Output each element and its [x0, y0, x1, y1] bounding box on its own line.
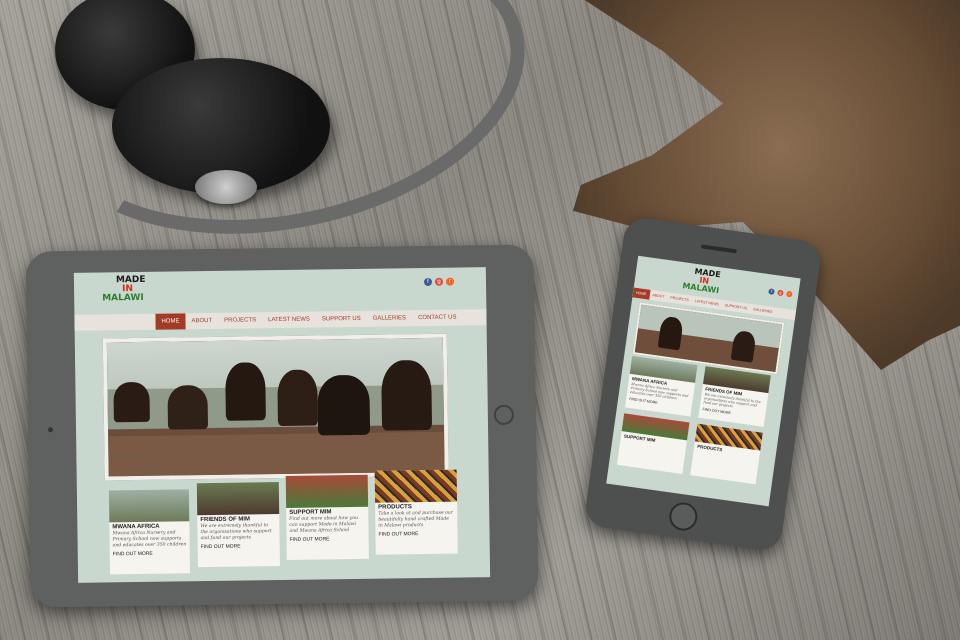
site-logo[interactable]: MADE IN MALAWI [102, 275, 146, 304]
phone-screen: MADE IN MALAWI f g r HOME ABOUT PROJECTS… [606, 255, 801, 507]
nav-home[interactable]: HOME [155, 313, 186, 330]
find-out-more-link[interactable]: FIND OUT MORE [287, 535, 369, 544]
rss-icon[interactable]: r [445, 277, 455, 286]
find-out-more-link[interactable]: FIND OUT MORE [375, 530, 457, 539]
card-description: Take a look at and purchase our beautifu… [378, 510, 454, 529]
card-mwana-africa[interactable]: MWANA AFRICA Mwana Africa Nursery and Pr… [108, 489, 191, 575]
nav-contact-us[interactable]: CONTACT US [412, 309, 463, 326]
main-nav: HOME ABOUT PROJECTS LATEST NEWS SUPPORT … [74, 309, 487, 331]
find-out-more-link[interactable]: FIND OUT MORE [198, 542, 280, 551]
card-friends-of-mim[interactable]: FRIENDS OF MIM We are extremely thankful… [196, 482, 280, 568]
rss-icon[interactable]: r [785, 290, 793, 298]
card-products[interactable]: PRODUCTS Take a look at and purchase our… [374, 469, 458, 555]
card-description: Mwana Africa Nursery and Primary School … [112, 530, 187, 549]
card-image [285, 474, 369, 508]
tablet-home-button[interactable] [493, 404, 515, 426]
nav-support-us[interactable]: SUPPORT US [316, 311, 367, 328]
find-out-more-link[interactable]: FIND OUT MORE [110, 549, 190, 558]
nav-latest-news[interactable]: LATEST NEWS [262, 312, 316, 329]
nav-projects[interactable]: PROJECTS [218, 312, 262, 329]
card-description: Find out more about how you can support … [289, 515, 359, 534]
nav-about[interactable]: ABOUT [185, 313, 218, 329]
card-friends-of-mim[interactable]: FRIENDS OF MIM We are extremely thankful… [698, 366, 771, 427]
card-description: We are extremely thankful to the organis… [200, 523, 272, 542]
facebook-icon[interactable]: f [768, 288, 775, 296]
phone-speaker [700, 244, 738, 254]
card-support-mim[interactable]: SUPPORT MIM Find out more about how you … [285, 474, 369, 560]
tablet-screen: MADE IN MALAWI f g r HOME ABOUT PROJECTS… [73, 267, 491, 583]
social-links: f g r [423, 277, 455, 287]
card-mwana-africa[interactable]: MWANA AFRICA Mwana Africa Nursery and Pr… [624, 355, 698, 417]
logo-line-3: MALAWI [102, 292, 144, 304]
card-image [196, 482, 280, 516]
tablet-device: MADE IN MALAWI f g r HOME ABOUT PROJECTS… [25, 244, 539, 608]
social-links: f g r [768, 288, 793, 298]
headphone-hinge [195, 170, 257, 204]
site-header: MADE IN MALAWI f g r [74, 267, 486, 309]
card-image [108, 489, 190, 523]
card-products[interactable]: PRODUCTS [690, 423, 763, 485]
google-plus-icon[interactable]: g [434, 277, 444, 286]
google-plus-icon[interactable]: g [777, 289, 784, 297]
nav-galleries[interactable]: GALLERIES [367, 310, 413, 327]
hero-photo-children [102, 333, 449, 481]
facebook-icon[interactable]: f [423, 277, 433, 287]
tablet-camera [47, 427, 54, 433]
card-support-mim[interactable]: SUPPORT MIM [616, 413, 690, 474]
site-logo[interactable]: MADE IN MALAWI [682, 266, 722, 295]
phone-home-button[interactable] [667, 500, 700, 533]
card-image [374, 469, 458, 503]
